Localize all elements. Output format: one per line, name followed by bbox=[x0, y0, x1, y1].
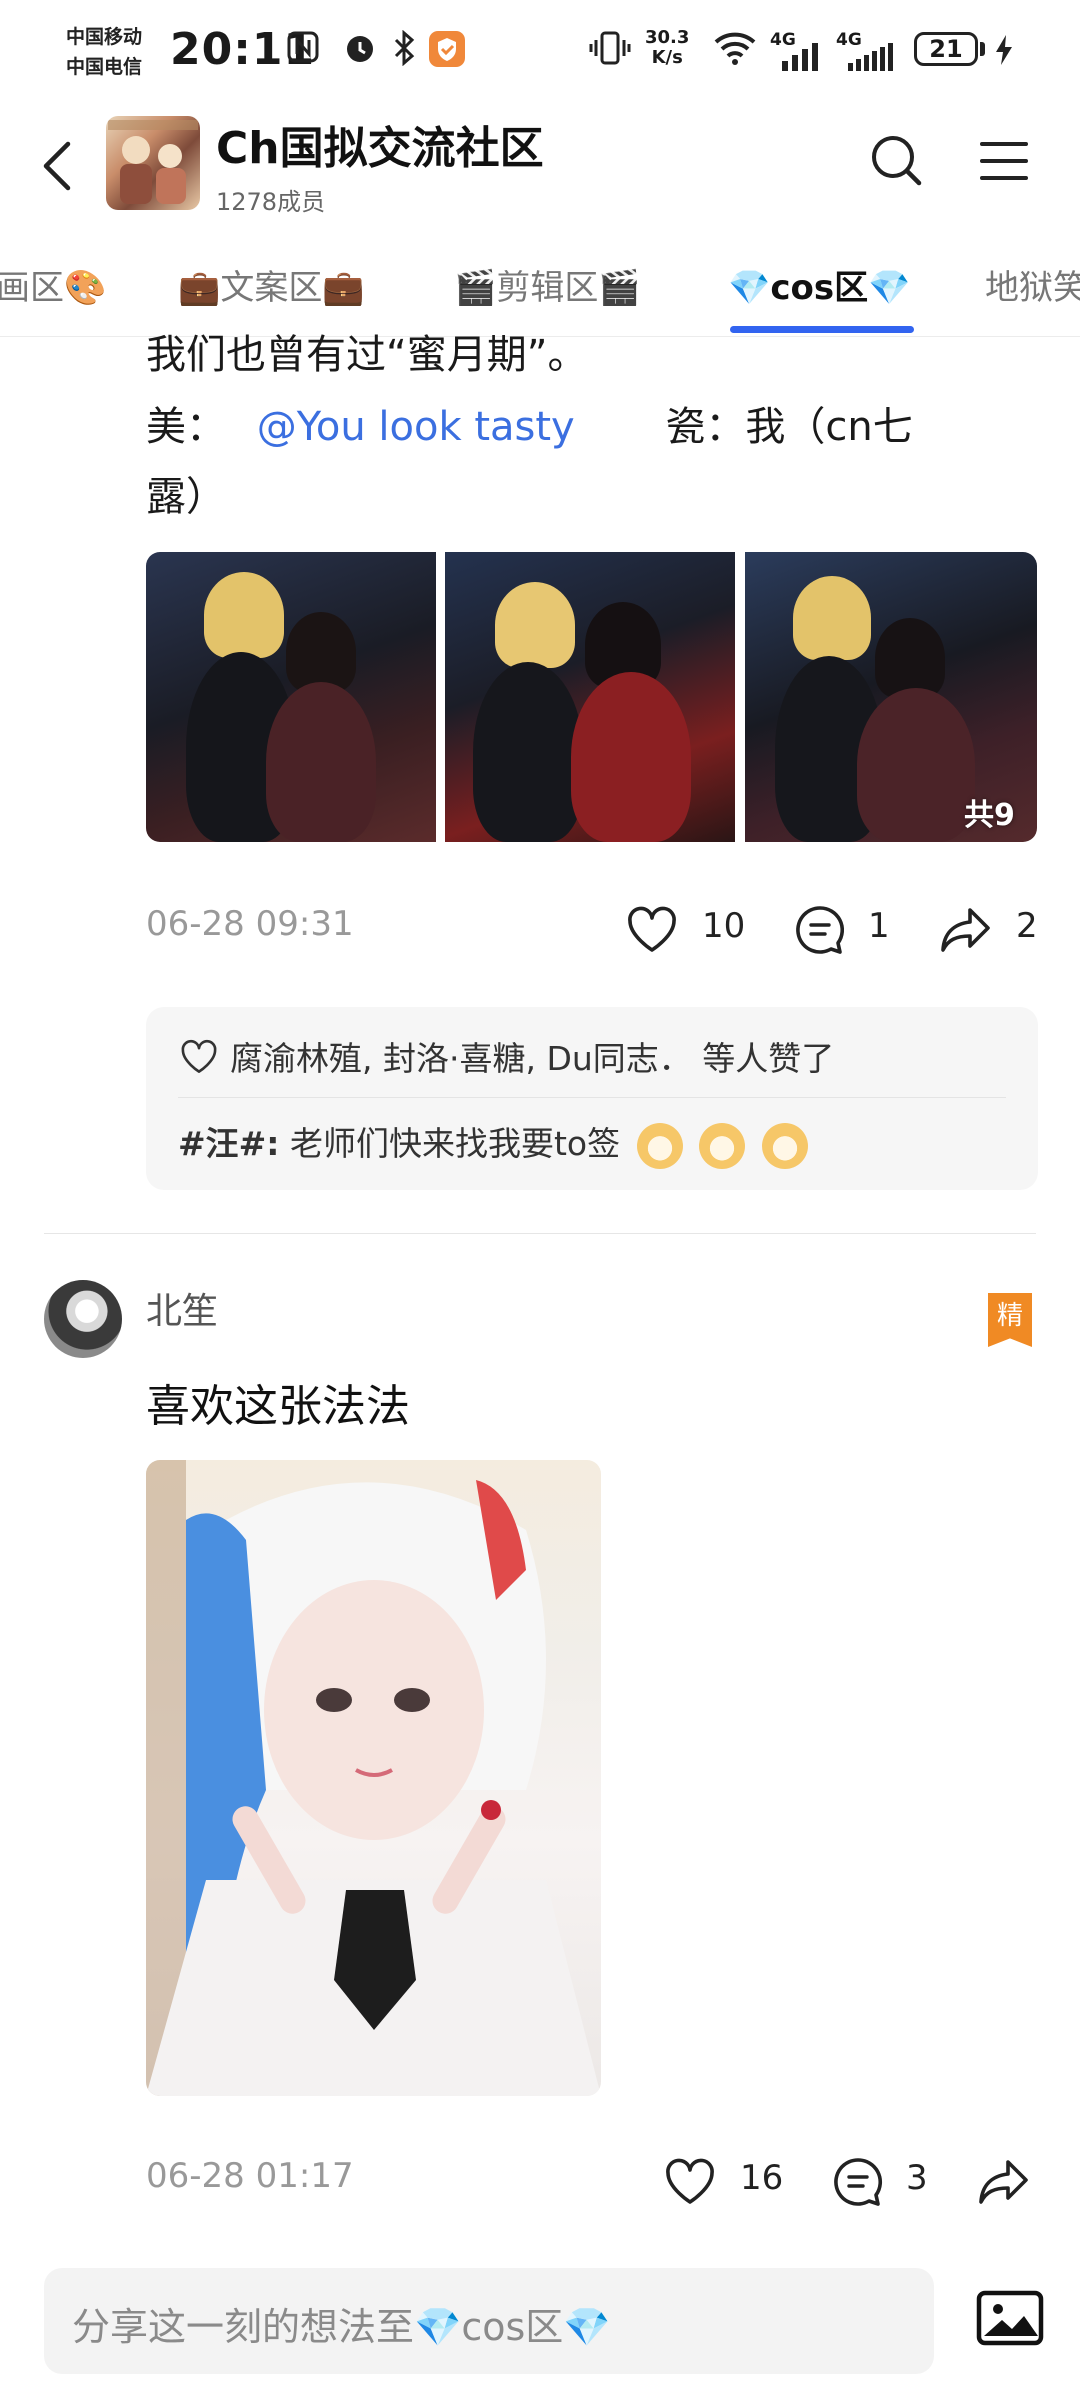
post2-comment-count: 3 bbox=[906, 2158, 928, 2198]
post2-photo bbox=[146, 1460, 601, 2096]
shield-app-icon bbox=[428, 30, 466, 77]
tab-drawing[interactable]: 画区🎨 bbox=[0, 260, 106, 309]
post2-image[interactable] bbox=[146, 1460, 601, 2096]
post1-text-line1: 我们也曾有过“蜜月期”。 bbox=[146, 332, 588, 378]
post2-comment-button[interactable] bbox=[830, 2154, 886, 2210]
heart-icon bbox=[666, 2158, 714, 2204]
post1-timestamp: 06-28 09:31 bbox=[146, 904, 354, 944]
nfc-icon bbox=[286, 30, 320, 73]
carrier-1-label: 中国移动 bbox=[66, 26, 143, 48]
comment-icon bbox=[834, 2158, 883, 2206]
search-button[interactable] bbox=[868, 132, 924, 188]
wifi-icon bbox=[712, 30, 758, 77]
chevron-left-icon bbox=[43, 141, 71, 191]
post1-text-line2-suffix: 瓷：我（cn七 bbox=[665, 404, 913, 450]
tab-copywriting[interactable]: 💼文案区💼 bbox=[178, 260, 365, 309]
back-button[interactable] bbox=[36, 136, 80, 196]
mention-link[interactable]: @You look tasty bbox=[257, 404, 575, 450]
tab-editing[interactable]: 🎬剪辑区🎬 bbox=[454, 260, 641, 309]
post1-text-line2: 美： @You look tasty 瓷：我（cn七 bbox=[146, 394, 1026, 460]
signal-2-icon bbox=[846, 40, 898, 80]
post1-share-button[interactable] bbox=[938, 902, 994, 958]
signal-1-icon bbox=[780, 40, 820, 80]
image-count-badge: 共9 bbox=[964, 798, 1015, 833]
post1-image-1[interactable] bbox=[146, 552, 436, 842]
status-bar: 中国移动 中国电信 20:11 30.3 K/s 4G 4G 21 bbox=[0, 0, 1080, 100]
interactions-divider bbox=[178, 1097, 1006, 1098]
post1-image-2[interactable] bbox=[445, 552, 735, 842]
share-arrow-icon bbox=[979, 2160, 1028, 2204]
post2-text: 喜欢这张法法 bbox=[146, 1381, 410, 1432]
comment-icon bbox=[796, 906, 845, 954]
post1-share-count: 2 bbox=[1016, 906, 1038, 946]
post1-like-count: 10 bbox=[702, 906, 746, 946]
tab-hell-jokes[interactable]: 地狱笑 bbox=[985, 260, 1080, 309]
post2-timestamp: 06-28 01:17 bbox=[146, 2156, 354, 2196]
author-avatar[interactable] bbox=[44, 1280, 122, 1358]
post1-like-button[interactable] bbox=[624, 902, 680, 958]
post2-author[interactable]: 北笙 bbox=[146, 1282, 218, 1334]
hamburger-icon bbox=[980, 142, 1028, 180]
battery-tip bbox=[980, 42, 985, 56]
dog-emoji-icon bbox=[636, 1122, 683, 1169]
network-speed-unit: K/s bbox=[651, 47, 683, 68]
vibrate-icon bbox=[588, 30, 632, 75]
post2-like-count: 16 bbox=[740, 2158, 784, 2198]
liked-by-text: 腐渝林殖, 封洛·喜糖, Du同志． 等人赞了 bbox=[230, 1039, 835, 1078]
comment-text: 老师们快来找我要to签 bbox=[279, 1124, 621, 1163]
featured-badge: 精 bbox=[988, 1293, 1032, 1347]
composer-placeholder: 分享这一刻的想法至💎cos区💎 bbox=[72, 2305, 611, 2349]
group-title[interactable]: Ch国拟交流社区 bbox=[216, 112, 544, 176]
dog-emoji-icon bbox=[761, 1122, 808, 1169]
post1-comment[interactable]: #汪#: 老师们快来找我要to签 bbox=[178, 1117, 808, 1169]
comment-username[interactable]: #汪#: bbox=[178, 1124, 280, 1163]
post1-liked-by[interactable]: 腐渝林殖, 封洛·喜糖, Du同志． 等人赞了 bbox=[178, 1032, 834, 1080]
group-avatar[interactable] bbox=[106, 116, 200, 210]
member-count[interactable]: 1278成员 bbox=[216, 182, 325, 217]
search-icon bbox=[872, 136, 922, 186]
post1-comment-button[interactable] bbox=[792, 902, 848, 958]
dog-emoji-icon bbox=[699, 1122, 746, 1169]
battery-indicator: 21 bbox=[914, 32, 978, 66]
post2-like-button[interactable] bbox=[662, 2154, 718, 2210]
charging-icon bbox=[994, 34, 1014, 75]
alarm-icon bbox=[342, 30, 378, 75]
heart-icon bbox=[628, 906, 676, 952]
bluetooth-icon bbox=[392, 29, 418, 75]
post-divider bbox=[44, 1233, 1036, 1234]
post1-text-line2-prefix: 美： bbox=[146, 404, 226, 450]
heart-outline-icon bbox=[181, 1039, 217, 1073]
post1-text-line3: 露） bbox=[146, 474, 226, 520]
tab-cos[interactable]: 💎cos区💎 bbox=[728, 260, 910, 309]
post1-comment-count: 1 bbox=[868, 906, 890, 946]
group-avatar-image bbox=[108, 120, 198, 204]
menu-button[interactable] bbox=[978, 138, 1030, 184]
share-arrow-icon bbox=[941, 908, 990, 952]
add-image-button[interactable] bbox=[976, 2290, 1044, 2346]
network-speed: 30.3 K/s bbox=[645, 28, 689, 68]
post2-share-button[interactable] bbox=[976, 2154, 1032, 2210]
carrier-2-label: 中国电信 bbox=[66, 56, 143, 78]
image-icon bbox=[976, 2290, 1044, 2346]
network-speed-value: 30.3 bbox=[645, 27, 690, 48]
